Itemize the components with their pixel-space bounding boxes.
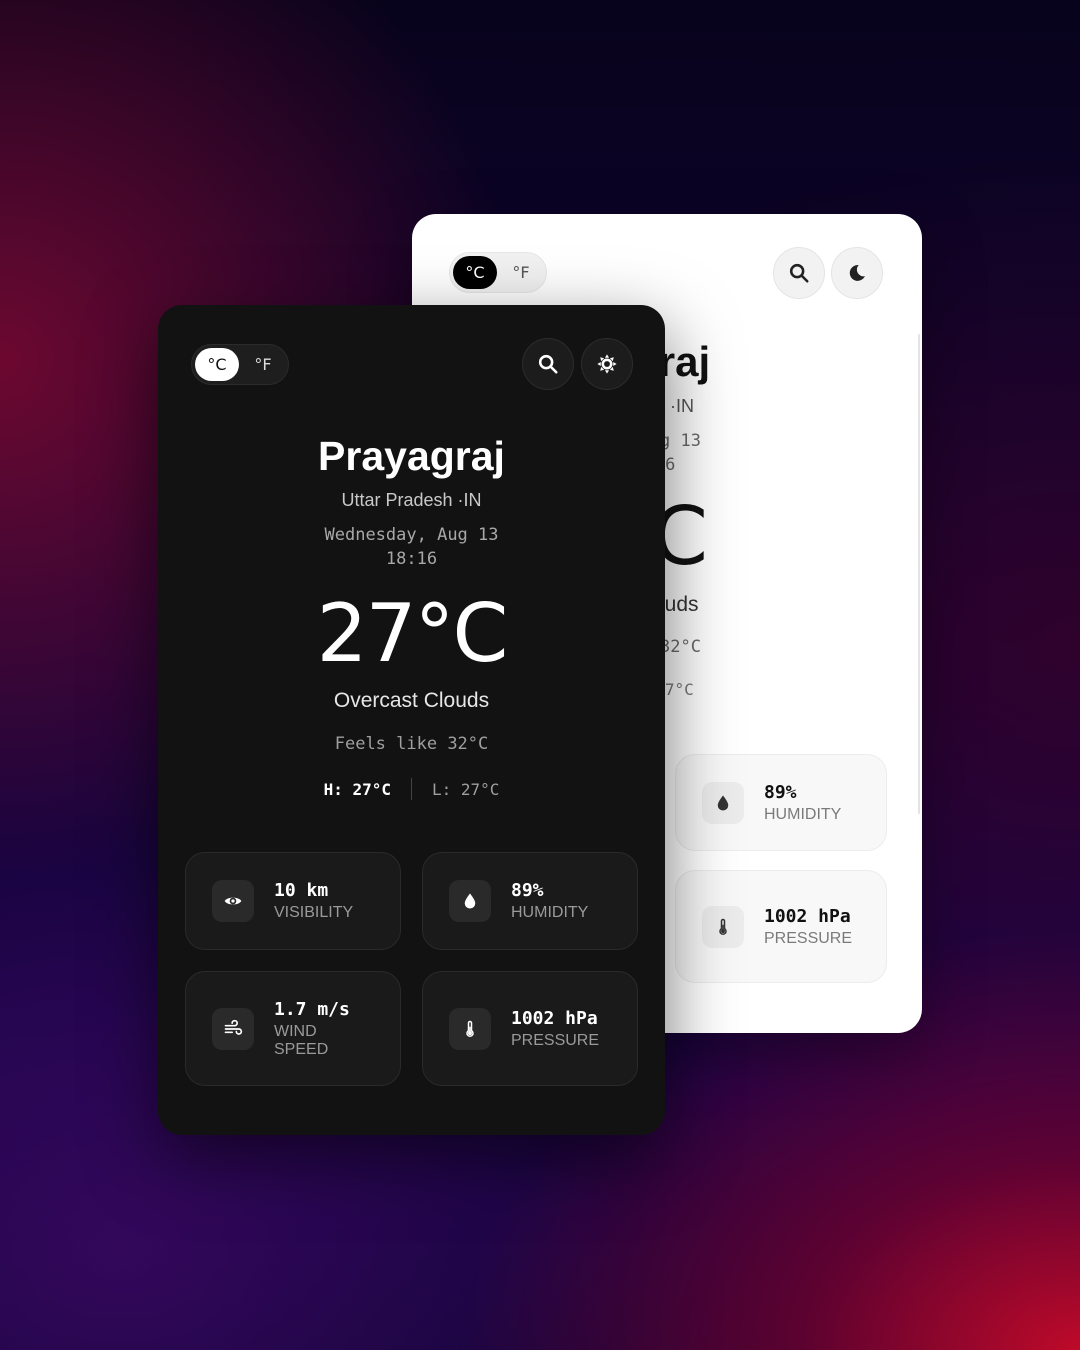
stat-icon-box: [702, 905, 744, 948]
stat-icon-box: [449, 880, 491, 922]
weather-condition: Overcast Clouds: [333, 689, 490, 712]
search-icon: [538, 354, 558, 374]
stat-label: PRESSURE: [764, 929, 853, 947]
feels-like: Feels like 32°C: [334, 734, 489, 754]
droplet-icon: [717, 795, 729, 810]
celsius-option[interactable]: °C: [453, 256, 497, 289]
wind-icon: [224, 1019, 243, 1035]
scrollbar[interactable]: [918, 334, 920, 814]
divider: [411, 778, 412, 800]
visibility-stat: 10 km VISIBILITY: [185, 852, 401, 950]
time-text: 18:16: [385, 549, 438, 569]
sun-icon: [597, 354, 617, 374]
stat-value: 1.7 m/s: [274, 998, 350, 1020]
stat-label: HUMIDITY: [764, 805, 842, 823]
high-low: H: 27°C L: 27°C: [158, 778, 665, 800]
search-button[interactable]: [522, 338, 574, 390]
moon-icon: [849, 265, 865, 281]
stat-value: 10 km: [274, 880, 329, 901]
theme-toggle-button[interactable]: [581, 338, 633, 390]
pressure-stat: 1002 hPa PRESSURE: [675, 870, 887, 983]
stat-label: WIND SPEED: [274, 1022, 329, 1058]
thermometer-icon: [719, 918, 727, 935]
search-button[interactable]: [773, 247, 825, 299]
high-temp: H: 27°C: [323, 779, 391, 799]
stat-icon-box: [449, 1007, 491, 1050]
theme-toggle-button[interactable]: [831, 247, 883, 299]
date-time: Wednesday, Aug 13 18:16: [158, 523, 665, 571]
fahrenheit-option[interactable]: °F: [241, 348, 285, 381]
wind-speed-stat: 1.7 m/s WIND SPEED: [185, 971, 401, 1086]
city-name: Prayagraj: [318, 433, 505, 479]
stat-label: VISIBILITY: [274, 904, 354, 921]
pressure-stat: 1002 hPa PRESSURE: [422, 971, 638, 1086]
humidity-stat: 89% HUMIDITY: [422, 852, 638, 950]
date-text: Wednesday, Aug 13: [324, 525, 499, 545]
stat-label: HUMIDITY: [511, 904, 589, 921]
thermometer-icon: [466, 1020, 474, 1037]
temperature: 27°C: [316, 587, 509, 680]
stat-label: PRESSURE: [511, 1031, 600, 1049]
stat-icon-box: [702, 781, 744, 824]
celsius-option[interactable]: °C: [195, 348, 239, 381]
dark-weather-card: °C °F Prayagraj Uttar Pradesh ·IN Wednes…: [158, 305, 665, 1135]
stat-value: 89%: [511, 880, 544, 901]
stat-value: 1002 hPa: [511, 1007, 598, 1029]
droplet-icon: [464, 893, 476, 909]
search-icon: [789, 263, 809, 283]
humidity-stat: 89% HUMIDITY: [675, 754, 887, 851]
fahrenheit-option[interactable]: °F: [499, 256, 543, 289]
stat-value: 89%: [764, 781, 797, 803]
stat-icon-box: [212, 880, 254, 922]
unit-toggle: °C °F: [191, 344, 289, 385]
stat-value: 1002 hPa: [764, 905, 851, 927]
region-name: Uttar Pradesh ·IN: [341, 490, 482, 510]
low-temp: L: 27°C: [432, 779, 500, 799]
eye-icon: [224, 897, 242, 905]
unit-toggle: °C °F: [449, 252, 547, 293]
stat-icon-box: [212, 1007, 254, 1050]
